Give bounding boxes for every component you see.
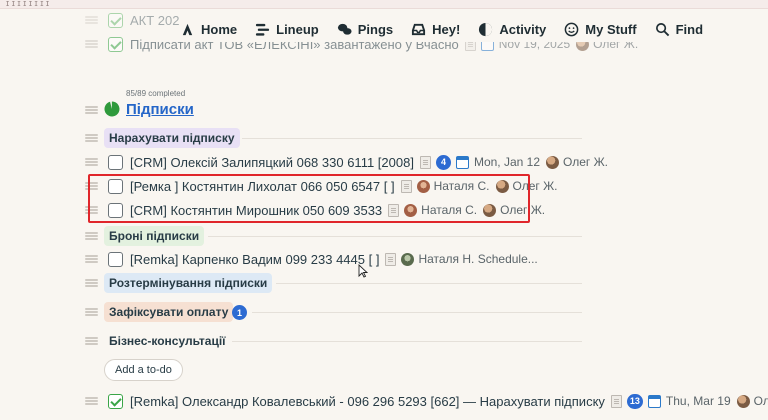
divider [242,138,582,139]
assignee-name: Олег Ж. [512,179,558,193]
notes-icon [388,203,400,217]
divider [232,341,582,342]
avatar [401,252,415,266]
todo-checkbox[interactable] [108,178,123,194]
todo-checkbox[interactable] [108,36,123,52]
add-todo-button[interactable]: Add a to-do [104,359,183,381]
group-label-biznes[interactable]: Бізнес-консультації [104,331,231,351]
nav-pings-label: Pings [357,21,394,37]
hey-icon [412,23,426,35]
nav-my-stuff-label: My Stuff [585,21,637,37]
nav-activity[interactable]: Activity [478,22,546,37]
todo-checkbox[interactable] [108,154,123,170]
avatar [404,203,418,217]
drag-handle-icon[interactable] [85,158,98,166]
todo-checkbox[interactable] [108,251,123,267]
assignee-name: Олег Ж. [563,155,608,169]
assignee-name: Наталя С. [433,179,490,193]
notes-icon [610,394,622,408]
todo-checkbox[interactable] [108,202,123,218]
smile-icon [564,22,579,36]
list-item[interactable]: [Remka] Олександр Ковалевський - 096 296… [85,390,768,412]
main-nav: Home Lineup Pings Hey! Activity My Stuff… [180,16,704,42]
drag-handle-icon[interactable] [85,397,98,405]
nav-home-label: Home [201,21,238,37]
drag-handle-icon[interactable] [85,40,98,48]
list-item[interactable]: [Ремка ] Костянтин Лихолат 066 050 6547 … [85,175,564,197]
top-strip: ɪ ɪ ɪ ɪ ɪ ɪ ɪ ɪ [0,0,768,9]
nav-lineup[interactable]: Lineup [255,22,319,37]
due-date: Thu, Mar 19 [665,394,731,408]
lineup-icon [256,23,270,36]
list-item[interactable]: [Remka] Карпенко Вадим 099 233 4445 [ ] … [85,248,544,270]
comment-count-badge: 4 [435,154,451,170]
list-item[interactable]: [CRM] Костянтин Мирошник 050 609 3533 На… [85,199,551,221]
progress-pie-fill [104,101,120,117]
drag-handle-icon[interactable] [85,16,98,24]
nav-find[interactable]: Find [655,22,703,37]
todo-checkbox[interactable] [108,12,123,28]
drag-handle-icon[interactable] [85,308,98,316]
home-icon [182,23,193,35]
progress-label: 85/89 completed [126,89,186,98]
drag-handle-icon[interactable] [85,206,98,214]
calendar-icon [455,155,469,169]
avatar [483,203,497,217]
assignee-name: Олег Ж. [753,394,768,408]
notes-icon [419,155,431,169]
todo-title[interactable]: [CRM] Олексій Залипяцкий 068 330 6111 [2… [130,155,414,170]
group-label-narahuvaty[interactable]: Нарахувати підписку [104,128,240,148]
todo-checkbox[interactable] [108,393,123,409]
todo-title[interactable]: [Remka] Карпенко Вадим 099 233 4445 [ ] [130,252,379,267]
drag-handle-icon[interactable] [85,182,98,190]
avatar [736,394,750,408]
mouse-cursor-icon [358,264,368,278]
drag-handle-icon[interactable] [85,255,98,263]
todo-title[interactable]: [CRM] Костянтин Мирошник 050 609 3533 [130,203,382,218]
nav-activity-label: Activity [499,21,547,37]
divider [252,312,582,313]
nav-my-stuff[interactable]: My Stuff [564,21,637,37]
drag-handle-icon[interactable] [85,106,98,114]
progress-pie-icon [104,101,120,117]
search-icon [655,22,669,36]
nav-pings[interactable]: Pings [337,22,393,37]
todo-title[interactable]: [Remka] Олександр Ковалевський - 096 296… [130,394,605,409]
avatar [416,179,430,193]
comment-count-badge: 13 [626,393,643,409]
notes-icon [385,252,397,266]
assignee-name: Олег Ж. [500,203,546,217]
divider [208,236,582,237]
calendar-icon [647,394,661,408]
todo-title[interactable]: [Ремка ] Костянтин Лихолат 066 050 6547 … [130,179,395,194]
activity-icon [479,22,493,36]
avatar [495,179,509,193]
group-label-broni[interactable]: Броні підписки [104,226,205,246]
nav-find-label: Find [675,21,704,37]
pings-icon [337,23,352,35]
assignee-name: Наталя С. [421,203,478,217]
nav-hey-label: Hey! [432,21,461,37]
divider [276,283,582,284]
avatar [546,155,559,169]
group-label-rozterminuvannia[interactable]: Розтермінування підписки [104,273,273,293]
drag-handle-icon[interactable] [85,232,98,240]
section-title[interactable]: Підписки [126,101,194,118]
nav-lineup-label: Lineup [276,21,319,37]
nav-home[interactable]: Home [180,22,237,37]
notes-icon [400,179,412,193]
list-item[interactable]: [CRM] Олексій Залипяцкий 068 330 6111 [2… [85,151,614,173]
group-label-zafiksuvaty[interactable]: Зафіксувати оплату [104,302,234,322]
nav-hey[interactable]: Hey! [411,22,460,37]
assignee-name: Наталя Н. Schedule... [418,252,538,266]
drag-handle-icon[interactable] [85,337,98,345]
group-count-badge: 1 [232,305,247,320]
drag-handle-icon[interactable] [85,279,98,287]
drag-handle-icon[interactable] [85,134,98,142]
due-date: Mon, Jan 12 [473,155,540,169]
